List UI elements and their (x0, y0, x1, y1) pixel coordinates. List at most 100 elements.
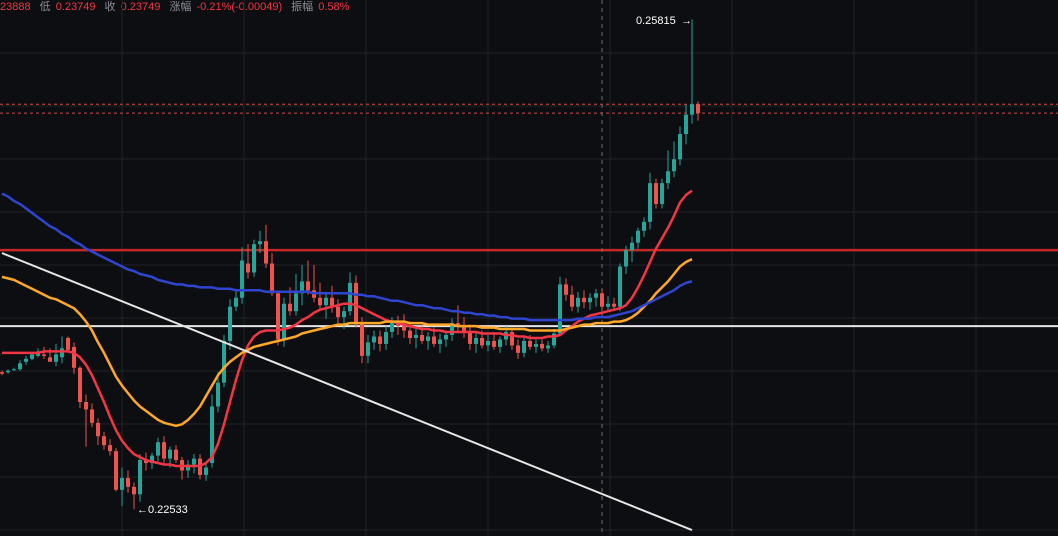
candle-body (60, 348, 64, 358)
candle (606, 296, 610, 312)
candle-body (372, 336, 376, 343)
candle-body (108, 445, 112, 452)
candle-body (318, 297, 322, 306)
candle-body (360, 323, 364, 356)
candle (426, 332, 430, 350)
candle (114, 448, 118, 492)
candle (666, 150, 670, 190)
candle-body (378, 336, 382, 344)
candle-body (66, 337, 70, 350)
candle (684, 104, 688, 145)
candle-body (474, 337, 478, 344)
candle (378, 330, 382, 352)
candle (552, 329, 556, 349)
candle-body (162, 442, 166, 459)
descending-trend-line (1, 252, 693, 531)
candle (330, 285, 334, 313)
candle-body (270, 263, 274, 294)
candle-body (84, 402, 88, 410)
candle-body (168, 449, 172, 459)
candle-body (240, 260, 244, 298)
candle-body (288, 303, 292, 312)
candle (672, 141, 676, 178)
candle (324, 291, 328, 319)
candle (192, 454, 196, 474)
candle-body (246, 263, 250, 273)
candle-body (534, 343, 538, 347)
candle (522, 337, 526, 358)
candle (270, 253, 274, 297)
candle (576, 291, 580, 313)
candle (636, 227, 640, 249)
candle (234, 288, 238, 312)
candle-body (282, 303, 286, 340)
candle-body (204, 467, 208, 475)
candle-body (354, 282, 358, 324)
candle-body (228, 306, 232, 341)
candle-body (174, 449, 178, 461)
candle-body (90, 409, 94, 423)
candle (516, 339, 520, 359)
candle-body (216, 382, 220, 407)
candle (642, 217, 646, 237)
candle (300, 265, 304, 306)
candle-body (606, 303, 610, 307)
candle (384, 326, 388, 350)
trend-line[interactable] (1, 252, 693, 531)
candle (690, 19, 694, 124)
candle (474, 333, 478, 353)
candle (276, 290, 280, 346)
candle (72, 342, 76, 374)
candle (354, 275, 358, 328)
candle-body (654, 183, 658, 204)
candle-body (546, 345, 550, 349)
candle-body (432, 336, 436, 344)
candle (174, 445, 178, 464)
candle (228, 299, 232, 350)
candle (120, 467, 124, 507)
candle-body (384, 332, 388, 344)
candle-body (126, 477, 130, 487)
candle-body (402, 326, 406, 331)
candlestick-chart[interactable]: 0.25815 → ← 0.22533 (0, 0, 1058, 536)
candles[interactable] (0, 19, 700, 510)
candle (108, 439, 112, 456)
candle-body (684, 114, 688, 134)
candle (66, 336, 70, 352)
candle-body (120, 477, 124, 490)
candle-body (96, 422, 100, 437)
candle-body (588, 297, 592, 303)
low-arrow-icon: ← (137, 504, 148, 516)
moving-average-line (1, 257, 693, 428)
candle-body (24, 358, 28, 362)
candle (558, 276, 562, 337)
candle-body (306, 281, 310, 291)
horizontal-lines (0, 248, 1058, 328)
candle-body (132, 486, 136, 495)
candle (336, 299, 340, 324)
candle-body (420, 335, 424, 341)
candle (24, 355, 28, 365)
candle-body (42, 354, 46, 356)
candle (78, 366, 82, 408)
candle (186, 460, 190, 478)
candle-body (648, 183, 652, 222)
candle (570, 285, 574, 312)
candle (372, 330, 376, 350)
candle-body (612, 303, 616, 307)
candle-body (594, 293, 598, 298)
high-arrow-icon: → (681, 15, 692, 27)
candle-body (564, 284, 568, 295)
candle-body (114, 451, 118, 490)
candle-body (690, 104, 694, 115)
candle (510, 327, 514, 350)
candle (60, 336, 64, 364)
candle (618, 263, 622, 312)
candle-body (0, 372, 4, 374)
candle-body (468, 332, 472, 344)
candle-body (276, 293, 280, 340)
candle-body (408, 330, 412, 338)
candle-body (324, 297, 328, 306)
candle-body (336, 306, 340, 318)
moving-average-line (2, 189, 693, 468)
